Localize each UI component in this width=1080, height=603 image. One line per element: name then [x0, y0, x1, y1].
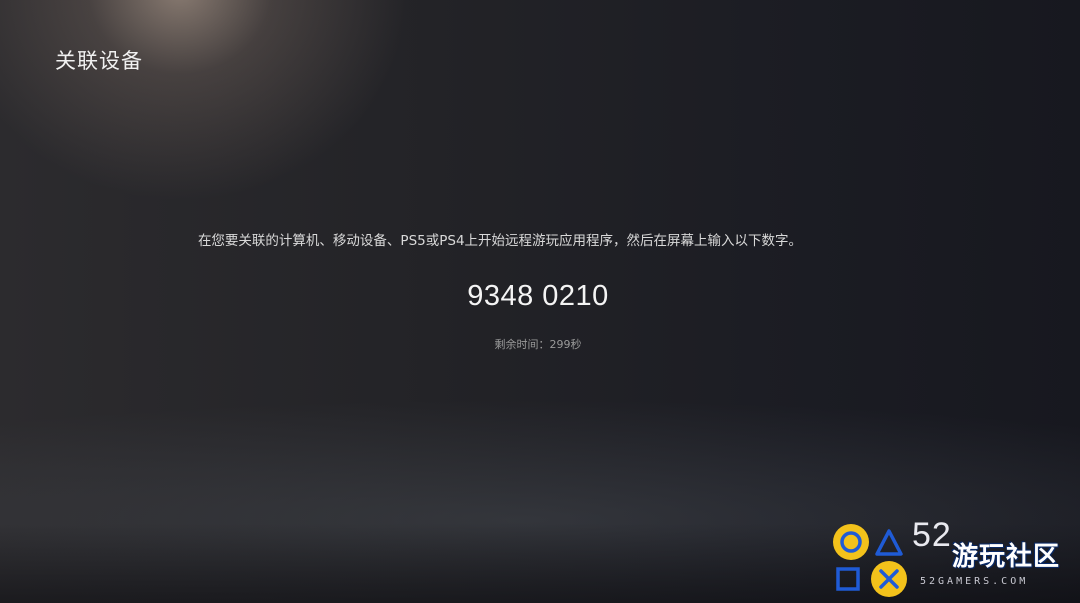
watermark-number: 52 [912, 516, 952, 554]
pairing-instruction: 在您要关联的计算机、移动设备、PS5或PS4上开始远程游玩应用程序，然后在屏幕上… [197, 233, 803, 249]
watermark-url: 52GAMERS.COM [920, 576, 1029, 587]
playstation-symbols-logo [833, 524, 907, 597]
triangle-icon [875, 529, 903, 556]
watermark-name: 游玩社区 [952, 542, 1061, 572]
page-title: 关联设备 [55, 49, 143, 73]
time-remaining: 剩余时间：299秒 [494, 338, 582, 351]
pairing-code: 9348 0210 [467, 280, 609, 312]
cross-icon [871, 561, 907, 597]
circle-icon [833, 524, 869, 560]
pair-device-screen: 关联设备 在您要关联的计算机、移动设备、PS5或PS4上开始远程游玩应用程序，然… [0, 0, 1080, 603]
square-icon [836, 567, 860, 591]
site-watermark: 52 游玩社区 52GAMERS.COM [832, 516, 1080, 603]
